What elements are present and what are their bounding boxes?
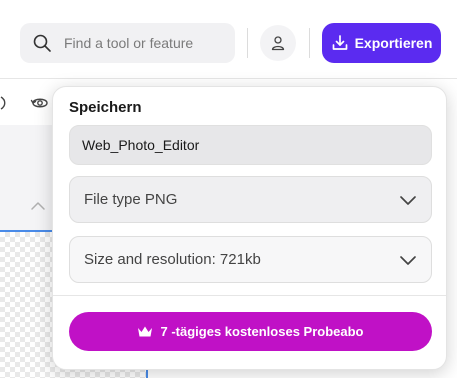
file-type-select[interactable]: File type PNG [69, 176, 432, 223]
header-divider [247, 28, 248, 58]
crown-icon [138, 326, 153, 337]
save-panel: Speichern File type PNG Size and resolut… [52, 86, 447, 370]
size-resolution-select[interactable]: Size and resolution: 721kb [69, 236, 432, 283]
file-name-field[interactable] [69, 125, 432, 165]
user-icon [271, 36, 285, 51]
top-bar: Exportieren [0, 0, 457, 79]
free-trial-label: 7 -tägiges kostenloses Probeabo [160, 324, 364, 339]
file-name-input[interactable] [70, 126, 431, 164]
search-box[interactable] [20, 23, 235, 63]
size-resolution-label: Size and resolution: 721kb [84, 251, 261, 268]
account-button[interactable] [260, 25, 296, 61]
download-icon [332, 35, 347, 50]
search-icon [33, 34, 51, 52]
chevron-down-icon [400, 195, 416, 205]
partial-tool-icon[interactable] [0, 95, 8, 111]
rotate-view-icon[interactable] [30, 94, 50, 112]
export-button[interactable]: Exportieren [322, 23, 441, 63]
panel-divider [53, 295, 446, 296]
free-trial-button[interactable]: 7 -tägiges kostenloses Probeabo [69, 312, 432, 351]
export-label: Exportieren [354, 35, 433, 51]
panel-title: Speichern [69, 99, 142, 116]
header-divider-2 [309, 28, 310, 58]
chevron-up-icon[interactable] [30, 201, 46, 211]
file-type-label: File type PNG [84, 191, 178, 208]
search-input[interactable] [64, 23, 229, 63]
chevron-down-icon [400, 255, 416, 265]
